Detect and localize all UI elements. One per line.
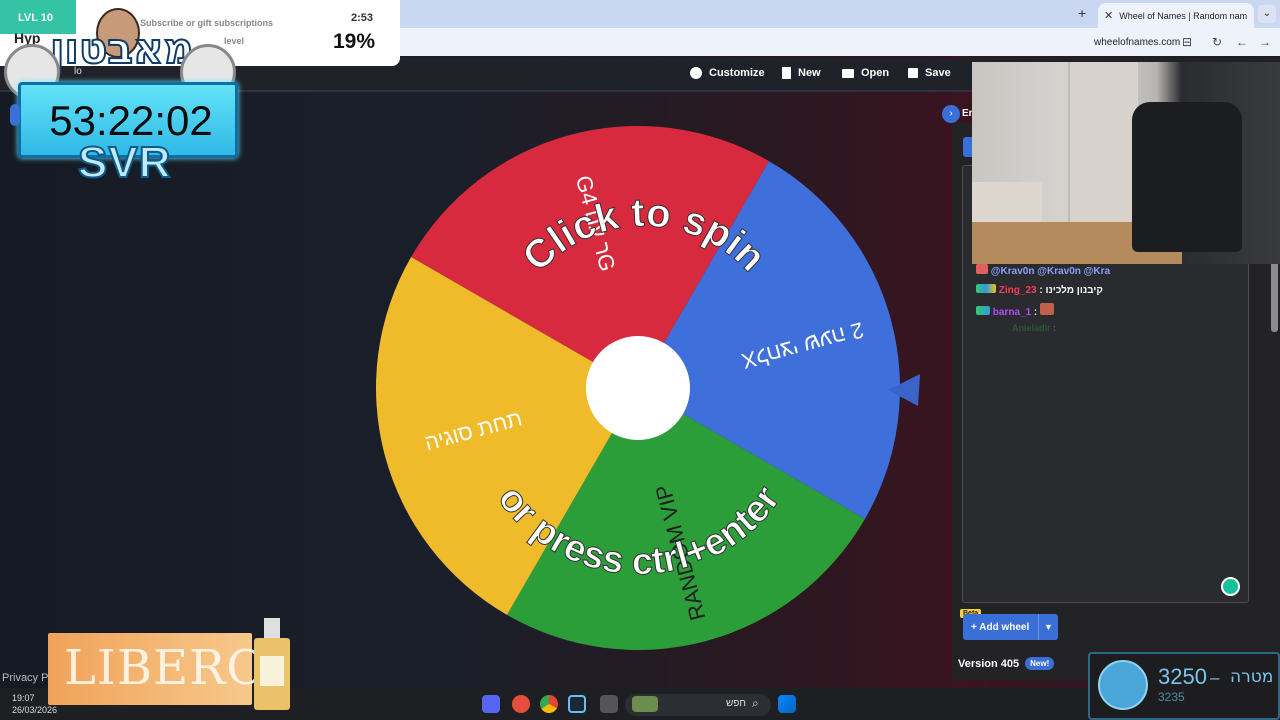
clock-date: 26/03/2026 [12,705,58,715]
chat-message: : קיבנון מלכינו [1039,285,1103,296]
url-field[interactable]: wheelofnames.com [1094,37,1180,48]
new-button[interactable]: New [782,67,821,79]
version-info: Version 405 New! [958,657,1055,670]
new-tab-button[interactable]: + [1078,5,1086,21]
left-edge-icon [10,104,20,126]
site-settings-icon[interactable]: ⊟ [1182,35,1192,49]
webcam-door [1068,62,1138,232]
customize-label: Customize [709,67,765,79]
chat-line: barna_1 : [976,303,1055,318]
emote-icon [1040,303,1055,315]
discord-icon[interactable] [482,695,500,713]
new-label: New [798,67,821,79]
open-button[interactable]: Open [842,67,889,79]
wheel[interactable]: Gר עם 4G לחצי שעה 2X RANDOM VIP תחת סוגיה C… [374,124,902,652]
palette-icon [690,67,702,79]
lo-text: lo [74,66,82,77]
goal-current: 3235 [1158,690,1185,704]
hype-percent: 19% [333,30,376,53]
chat-message: : [1033,307,1038,318]
grammarly-icon[interactable] [1221,577,1240,596]
save-icon [908,68,918,78]
chat-user: barna_1 [992,307,1032,318]
channel-title: מאבטון [49,23,195,74]
webcam-chair [1132,102,1242,252]
webcam-feed [972,62,1280,264]
level-text: level [224,36,245,46]
chat-line: Zing_23 : קיבנון מלכינו [976,284,1103,296]
privacy-link[interactable]: Privacy P [2,672,48,684]
wheel-svg[interactable]: Gר עם 4Gלחצי שעה 2XRANDOM VIPתחת סוגיה C… [374,124,902,652]
chat-user: Anieladir [1012,323,1051,333]
steam-icon[interactable] [568,695,586,713]
avatar [1098,660,1148,710]
emote-icon [976,264,988,274]
browser-tab[interactable]: ✕ Wheel of Names | Random nam [1098,3,1254,28]
new-badge[interactable]: New! [1025,657,1055,670]
wheel-pointer-icon [888,374,920,406]
chat-line: @Krav0n @Krav0n @Kra [976,264,1110,277]
collapse-panel-button[interactable]: › [942,105,960,123]
badge-icon [976,306,990,315]
stream-screen: + ✕ Wheel of Names | Random nam ⌄ wheelo… [0,0,1280,720]
close-tab-icon[interactable]: ✕ [1104,9,1113,22]
perfume-bottle-icon [254,618,290,710]
task-view-icon[interactable] [600,695,618,713]
windows-start-icon[interactable] [778,695,796,713]
file-icon [782,67,791,79]
open-label: Open [861,67,890,79]
chat-user: @Krav0n @Krav0n @Kra [990,266,1111,277]
goal-label: מטרה [1230,667,1274,687]
chevron-down-icon[interactable]: ⌄ [1258,5,1276,23]
chevron-down-icon[interactable]: ▼ [1038,614,1058,640]
forward-icon[interactable]: → [1259,35,1271,49]
add-wheel-label: Add wheel [979,621,1030,633]
search-icon: ⌕ [752,696,759,710]
sponsor-brand: LIBERO [64,640,267,696]
search-highlight-icon [632,696,658,712]
tab-title: Wheel of Names | Random nam [1119,10,1248,21]
customize-button[interactable]: Customize [690,67,765,79]
reload-icon[interactable]: ↻ [1212,35,1222,49]
save-label: Save [925,67,951,79]
chrome-icon[interactable] [540,695,558,713]
folder-icon [842,68,854,78]
taskbar-search-label: חפש [726,698,746,709]
version-label: Version 405 [958,657,1020,670]
plus-icon: + [971,621,980,633]
goal-separator: – [1210,668,1220,687]
wheel-center[interactable] [586,336,690,440]
goal-value: 3250 [1158,664,1207,689]
add-wheel-button[interactable]: + Add wheel ▼ [963,614,1058,640]
chat-user: Zing_23 [998,285,1037,296]
badge-icon [976,284,996,293]
save-button[interactable]: Save [908,67,951,79]
chat-message: : [1053,323,1057,333]
hype-timer: 2:53 [351,12,374,24]
back-icon[interactable]: ← [1236,35,1248,49]
svr-label: SVR [77,137,172,188]
app-icon[interactable] [512,695,530,713]
chat-line: Anieladir : [1012,323,1056,333]
